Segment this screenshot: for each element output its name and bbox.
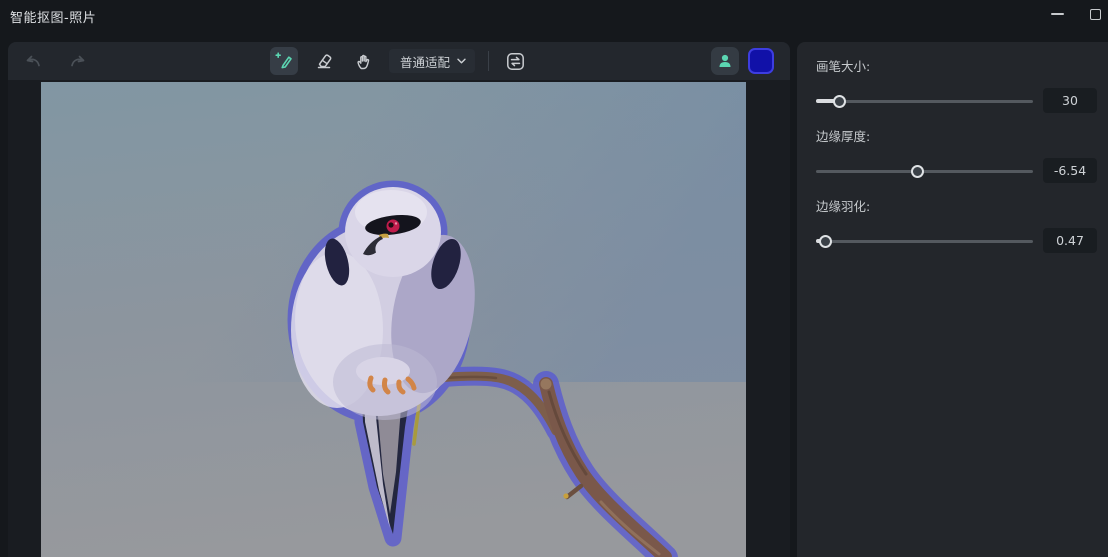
edge-thickness-label: 边缘厚度: [816,126,1097,145]
slider-handle[interactable] [819,235,832,248]
minimize-button[interactable] [1040,0,1074,28]
compare-icon [505,51,526,72]
slider-track [816,170,1033,173]
brush-size-label: 画笔大小: [816,56,1097,75]
slider-track [816,240,1033,243]
brush-size-group: 画笔大小: 30 [816,56,1097,113]
edge-thickness-group: 边缘厚度: -6.54 [816,126,1097,183]
edge-thickness-slider[interactable] [816,162,1033,180]
undo-icon [24,52,43,71]
pencil-plus-icon [274,51,294,71]
toolbar: 普通适配 [8,42,790,80]
edge-feather-label: 边缘羽化: [816,196,1097,215]
brush-size-value[interactable]: 30 [1043,88,1097,113]
hand-button[interactable] [350,48,376,74]
slider-handle[interactable] [833,95,846,108]
edge-feather-group: 边缘羽化: 0.47 [816,196,1097,253]
editor-area: 普通适配 [8,42,790,557]
brush-size-slider[interactable] [816,92,1033,110]
edge-feather-slider[interactable] [816,232,1033,250]
portrait-button[interactable] [711,47,739,75]
mask-color-swatch[interactable] [748,48,774,74]
minimize-icon [1051,13,1064,15]
canvas-area[interactable] [8,80,790,557]
undo-button[interactable] [20,48,46,74]
photo-image[interactable] [41,82,746,557]
smart-brush-button[interactable] [270,47,298,75]
compare-button[interactable] [502,48,528,74]
redo-icon [68,52,87,71]
redo-button[interactable] [64,48,90,74]
slider-handle[interactable] [911,165,924,178]
hand-icon [353,52,372,71]
window-title: 智能抠图-照片 [10,7,96,26]
edge-thickness-value[interactable]: -6.54 [1043,158,1097,183]
eraser-button[interactable] [311,48,337,74]
chevron-down-icon [457,58,466,64]
fit-mode-dropdown[interactable]: 普通适配 [389,49,475,73]
maximize-button[interactable] [1078,0,1108,28]
slider-track [816,100,1033,103]
window-titlebar: 智能抠图-照片 [0,0,1108,30]
settings-panel: 画笔大小: 30 边缘厚度: -6.54 边缘羽化: [797,42,1108,557]
maximize-icon [1090,9,1101,20]
toolbar-divider [488,51,489,71]
fit-mode-value: 普通适配 [400,52,450,71]
edge-feather-value[interactable]: 0.47 [1043,228,1097,253]
portrait-icon [716,52,734,70]
eraser-icon [314,51,334,71]
